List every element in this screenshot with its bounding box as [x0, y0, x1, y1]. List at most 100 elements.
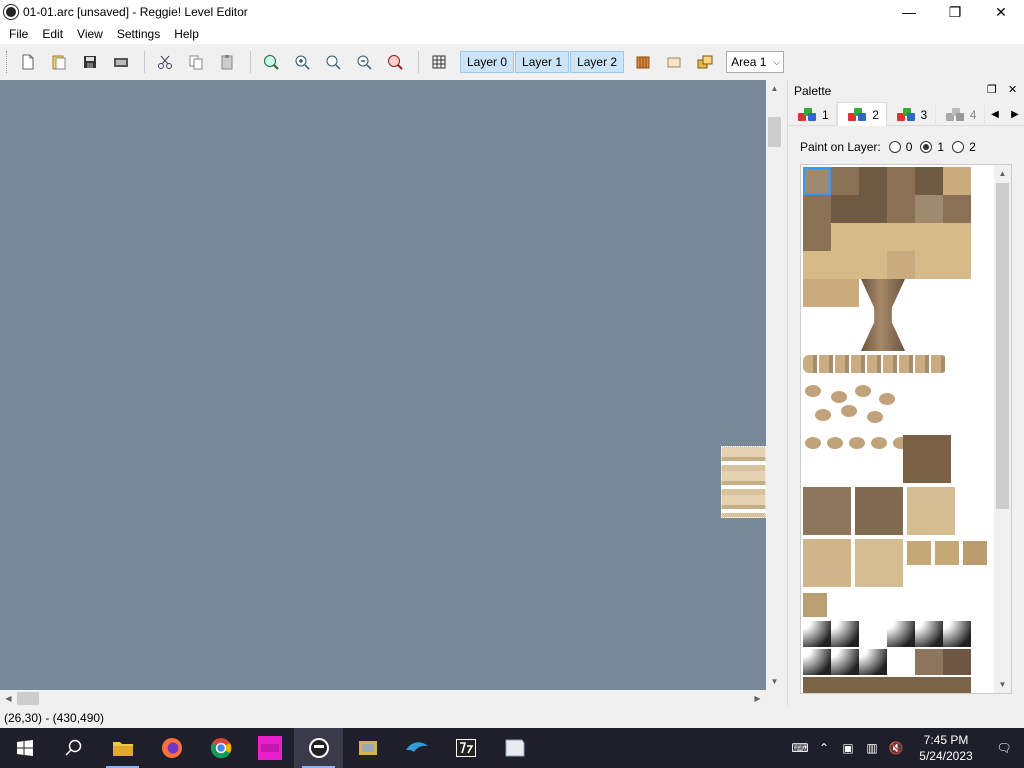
- rock-object[interactable]: [831, 391, 847, 403]
- tile-object[interactable]: [831, 167, 859, 195]
- rock-object[interactable]: [879, 393, 895, 405]
- tab-scroll-left-icon[interactable]: ◀: [985, 104, 1005, 125]
- sand-tile-object[interactable]: [803, 593, 827, 617]
- chevron-up-icon[interactable]: ⌃: [812, 728, 836, 768]
- sand-tile-object[interactable]: [963, 541, 987, 565]
- scroll-up-icon[interactable]: ▲: [766, 80, 783, 97]
- tile-object[interactable]: [915, 195, 943, 223]
- shadow-tile-object[interactable]: [831, 649, 859, 675]
- palette-title-bar[interactable]: Palette ❐ ✕: [788, 80, 1024, 102]
- scroll-thumb[interactable]: [17, 692, 39, 705]
- shadow-tile-object[interactable]: [803, 649, 831, 675]
- dirt-tile-object[interactable]: [855, 487, 903, 535]
- level-canvas[interactable]: [0, 80, 766, 690]
- search-button[interactable]: [49, 728, 98, 768]
- network-icon[interactable]: ▥: [860, 728, 884, 768]
- zoom-max-button[interactable]: [257, 48, 285, 76]
- tile-object[interactable]: [887, 251, 915, 279]
- scroll-down-icon[interactable]: ▼: [766, 673, 783, 690]
- tile-object[interactable]: [915, 251, 943, 279]
- menu-settings[interactable]: Settings: [110, 24, 167, 44]
- paint-layer-0-radio[interactable]: [888, 141, 901, 153]
- tab-tileset-1[interactable]: 1: [788, 104, 838, 126]
- dirt-tile-object[interactable]: [943, 649, 971, 675]
- palette-close-icon[interactable]: ✕: [1008, 83, 1017, 96]
- taskbar-file-explorer[interactable]: [98, 728, 147, 768]
- scroll-right-icon[interactable]: ▶: [749, 690, 766, 707]
- shadow-tile-object[interactable]: [887, 621, 915, 647]
- tile-object[interactable]: [859, 195, 887, 223]
- keyboard-icon[interactable]: ⌨: [788, 728, 812, 768]
- tile-object[interactable]: [943, 167, 971, 195]
- tile-object[interactable]: [887, 167, 915, 195]
- menu-file[interactable]: File: [2, 24, 35, 44]
- taskbar-dolphin[interactable]: [392, 728, 441, 768]
- tile-object[interactable]: [943, 251, 971, 279]
- open-file-button[interactable]: [45, 48, 73, 76]
- notifications-icon[interactable]: 🗨: [984, 728, 1024, 768]
- scroll-left-icon[interactable]: ◀: [0, 690, 17, 707]
- rock-object[interactable]: [805, 385, 821, 397]
- tile-object[interactable]: [831, 279, 859, 307]
- screenshot-button[interactable]: [107, 48, 135, 76]
- pillar-tile-object[interactable]: [861, 279, 905, 351]
- sand-tile-object[interactable]: [935, 541, 959, 565]
- tab-tileset-3[interactable]: 3: [887, 104, 936, 126]
- sprites-toggle-button[interactable]: [629, 48, 657, 76]
- tab-tileset-2[interactable]: 2: [837, 102, 887, 126]
- tile-object[interactable]: [887, 195, 915, 223]
- canvas-horizontal-scrollbar[interactable]: ◀ ▶: [0, 690, 766, 707]
- menu-help[interactable]: Help: [167, 24, 206, 44]
- menu-view[interactable]: View: [70, 24, 110, 44]
- tab-tileset-4[interactable]: 4: [936, 104, 985, 126]
- save-button[interactable]: [76, 48, 104, 76]
- paint-layer-2-radio[interactable]: [952, 141, 965, 153]
- taskbar-app-doc[interactable]: [490, 728, 539, 768]
- dirt-tile-object[interactable]: [803, 677, 971, 693]
- dirt-tile-object[interactable]: [915, 649, 943, 675]
- tile-object[interactable]: [831, 195, 859, 223]
- layer-0-toggle[interactable]: Layer 0: [460, 51, 515, 73]
- shadow-tile-object[interactable]: [943, 621, 971, 647]
- sand-tile-object[interactable]: [907, 541, 931, 565]
- rock-object[interactable]: [841, 405, 857, 417]
- zoom-actual-button[interactable]: [319, 48, 347, 76]
- dirt-tile-object[interactable]: [803, 487, 851, 535]
- scroll-thumb[interactable]: [996, 183, 1009, 509]
- tab-scroll-right-icon[interactable]: ▶: [1005, 104, 1024, 125]
- grid-button[interactable]: [425, 48, 453, 76]
- tile-object[interactable]: [859, 223, 887, 251]
- start-button[interactable]: [0, 728, 49, 768]
- layer-1-toggle[interactable]: Layer 1: [515, 51, 570, 73]
- zoom-in-button[interactable]: [288, 48, 316, 76]
- copy-button[interactable]: [182, 48, 210, 76]
- rock-object[interactable]: [871, 437, 887, 449]
- rock-object[interactable]: [805, 437, 821, 449]
- taskbar-app-tools[interactable]: [343, 728, 392, 768]
- cut-button[interactable]: [151, 48, 179, 76]
- tile-object[interactable]: [915, 167, 943, 195]
- zoom-min-button[interactable]: [381, 48, 409, 76]
- rock-row-object[interactable]: [803, 355, 947, 373]
- tile-object[interactable]: [803, 279, 831, 307]
- menu-edit[interactable]: Edit: [35, 24, 70, 44]
- tileset-scrollbar[interactable]: ▲ ▼: [994, 165, 1011, 693]
- tile-object[interactable]: [803, 167, 831, 195]
- sand-tile-object[interactable]: [855, 539, 903, 587]
- minimize-button[interactable]: —: [886, 0, 932, 24]
- undock-icon[interactable]: ❐: [987, 83, 997, 96]
- close-button[interactable]: ✕: [978, 0, 1024, 24]
- scroll-down-icon[interactable]: ▼: [994, 676, 1011, 693]
- shadow-tile-object[interactable]: [915, 621, 943, 647]
- taskbar-chrome[interactable]: [196, 728, 245, 768]
- taskbar-7zip[interactable]: [441, 728, 490, 768]
- tile-object[interactable]: [803, 223, 831, 251]
- area-select[interactable]: Area 1 ⌵: [726, 51, 785, 73]
- sand-tile-object[interactable]: [803, 539, 851, 587]
- level-tile-object[interactable]: [721, 446, 766, 518]
- paste-button[interactable]: [213, 48, 241, 76]
- tile-object[interactable]: [831, 251, 859, 279]
- toolbar-grip[interactable]: [6, 51, 9, 73]
- tile-object[interactable]: [803, 195, 831, 223]
- sand-tile-object[interactable]: [907, 487, 955, 535]
